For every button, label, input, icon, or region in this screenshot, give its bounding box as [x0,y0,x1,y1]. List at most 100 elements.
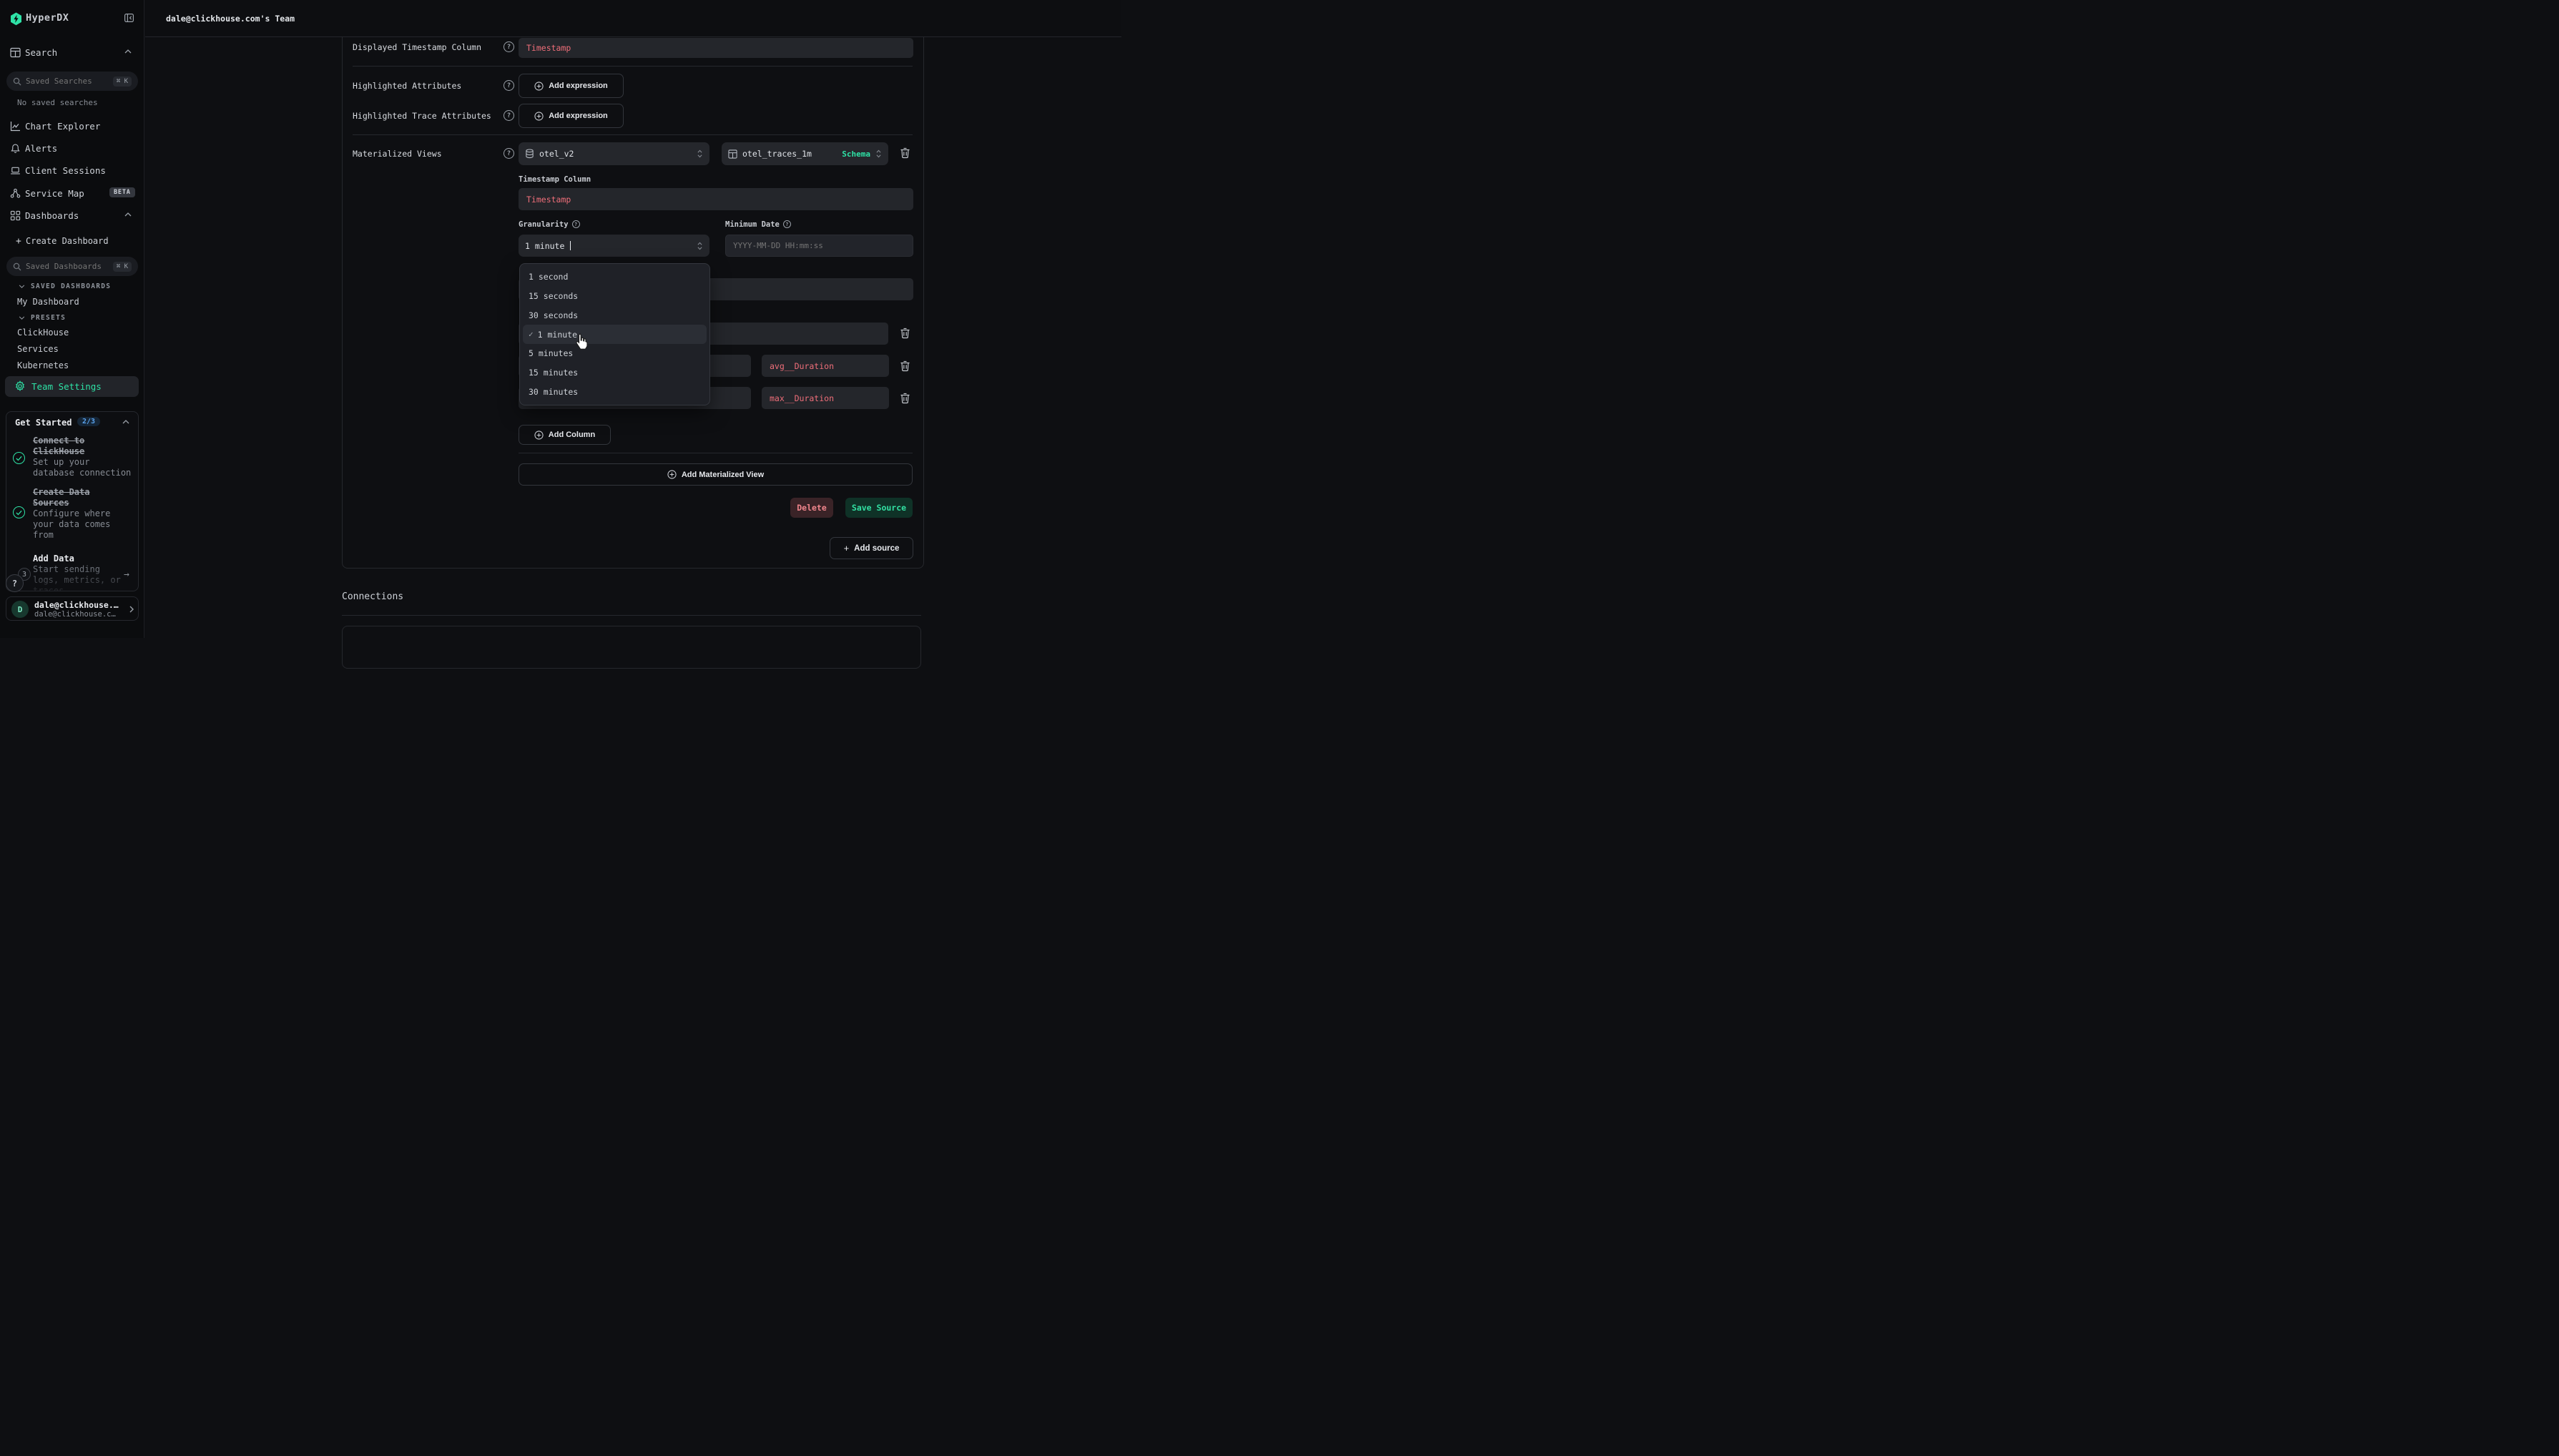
select-value: otel_v2 [539,149,574,159]
user-name: dale@clickhouse.… [34,600,119,610]
database-select[interactable]: otel_v2 [519,142,709,165]
dropdown-option[interactable]: 15 seconds [523,287,707,306]
dropdown-option-selected[interactable]: ✓ 1 minute [523,325,707,344]
sidebar-item-service-map[interactable]: Service Map BETA [0,183,144,203]
collapse-sidebar-icon[interactable] [124,14,134,22]
field-label: Granularity? [519,220,580,229]
mv-column-alias-input[interactable]: avg__Duration [762,355,889,377]
delete-column-icon[interactable] [900,328,911,340]
sidebar: HyperDX Search ⌘ K No saved searches [0,0,144,638]
mv-timestamp-column-input[interactable]: Timestamp [519,188,913,210]
save-source-button[interactable]: Save Source [845,498,913,518]
add-materialized-view-button[interactable]: Add Materialized View [519,463,913,486]
delete-column-icon[interactable] [900,393,911,405]
create-dashboard-button[interactable]: + Create Dashboard [0,231,144,251]
schema-link[interactable]: Schema [842,149,870,159]
add-column-button[interactable]: Add Column [519,425,611,445]
chevron-updown-icon [697,149,703,159]
table-select[interactable]: otel_traces_1m Schema [722,142,888,165]
step-desc: Set up your database connection [33,457,134,478]
connections-divider [342,615,921,616]
minimum-date-input[interactable] [725,235,913,257]
button-label: Add source [854,544,899,553]
section-label: SAVED DASHBOARDS [31,282,111,290]
add-expression-button[interactable]: Add expression [519,74,624,98]
displayed-timestamp-input[interactable]: Timestamp [519,38,913,58]
plus-circle-icon [534,82,544,91]
sidebar-item-my-dashboard[interactable]: My Dashboard [17,297,79,307]
shortcut-badge: ⌘ K [113,77,132,87]
help-icon[interactable]: ? [783,220,791,228]
help-icon[interactable]: ? [572,220,580,228]
sidebar-item-label: Search [25,47,57,58]
sidebar-item-label: Team Settings [31,381,102,392]
source-settings-panel: Displayed Timestamp Column ? Timestamp H… [342,37,924,569]
plus-circle-icon [667,470,677,479]
brand-title: HyperDX [26,12,69,24]
text-caret [570,241,571,250]
dropdown-option[interactable]: 1 second [523,267,707,287]
plus-icon: + [16,236,21,247]
sidebar-item-services[interactable]: Services [17,344,59,354]
mv-column-alias-input[interactable]: max__Duration [762,387,889,409]
sidebar-item-team-settings[interactable]: Team Settings [5,376,139,397]
check-icon: ✓ [529,330,534,339]
delete-column-icon[interactable] [900,360,911,373]
delete-source-button[interactable]: Delete [790,498,833,518]
dropdown-option[interactable]: 5 minutes [523,344,707,363]
user-menu[interactable]: D dale@clickhouse.… dale@clickhouse.c… [6,596,139,621]
granularity-dropdown: 1 second 15 seconds 30 seconds ✓ 1 minut… [519,263,710,405]
search-icon [13,262,21,271]
granularity-select[interactable]: 1 minute [519,235,709,257]
saved-dashboards-section[interactable]: SAVED DASHBOARDS [19,282,111,290]
add-expression-button[interactable]: Add expression [519,104,624,128]
help-icon[interactable]: ? [504,80,514,91]
saved-searches-input[interactable] [26,77,109,86]
arrow-right-icon: → [124,569,129,580]
chevron-right-icon [129,606,134,613]
sidebar-item-label: Alerts [25,143,57,154]
dropdown-option[interactable]: 30 seconds [523,305,707,325]
add-source-button[interactable]: + Add source [830,537,913,559]
sidebar-item-search[interactable]: Search [0,42,144,62]
button-label: Add expression [549,112,608,120]
get-started-step[interactable]: Add Data Start sending logs, metrics, or… [33,554,127,591]
sidebar-item-dashboards[interactable]: Dashboards [0,205,144,225]
sidebar-item-chart-explorer[interactable]: Chart Explorer [0,116,144,136]
get-started-progress-badge: 2/3 [77,417,100,426]
sidebar-item-clickhouse[interactable]: ClickHouse [17,328,69,338]
sidebar-item-label: Service Map [25,188,84,199]
chevron-up-icon[interactable] [122,420,129,424]
sidebar-item-client-sessions[interactable]: Client Sessions [0,160,144,180]
create-dashboard-label: Create Dashboard [26,236,109,246]
saved-dashboards-input[interactable] [26,262,109,271]
search-icon [13,77,21,86]
connections-panel [342,626,921,669]
sidebar-item-kubernetes[interactable]: Kubernetes [17,360,69,370]
help-icon[interactable]: ? [504,41,514,52]
get-started-step[interactable]: Create Data Sources Configure where your… [33,487,134,541]
page-header: dale@clickhouse.com's Team [145,0,1121,37]
shortcut-badge: ⌘ K [113,262,132,272]
sidebar-item-alerts[interactable]: Alerts [0,138,144,158]
help-icon[interactable]: ? [504,110,514,121]
beta-badge: BETA [109,187,135,197]
page-title: dale@clickhouse.com's Team [166,14,295,24]
chevron-up-icon[interactable] [124,49,132,54]
button-label: Add expression [549,82,608,90]
chevron-down-icon [19,285,25,288]
field-label: Displayed Timestamp Column [353,39,481,55]
get-started-step[interactable]: Connect to ClickHouse Set up your databa… [33,436,134,478]
delete-materialized-view-icon[interactable] [900,147,911,159]
saved-searches-search[interactable]: ⌘ K [6,72,138,91]
hyperdx-logo-icon [10,12,22,26]
help-button[interactable]: ? [6,574,24,592]
chevron-up-icon[interactable] [124,212,132,217]
dropdown-option[interactable]: 30 minutes [523,382,707,401]
service-map-icon [10,188,21,199]
saved-dashboards-search[interactable]: ⌘ K [6,257,138,276]
section-label: PRESETS [31,314,66,322]
dropdown-option[interactable]: 15 minutes [523,363,707,383]
help-icon[interactable]: ? [504,148,514,159]
presets-section[interactable]: PRESETS [19,314,66,322]
